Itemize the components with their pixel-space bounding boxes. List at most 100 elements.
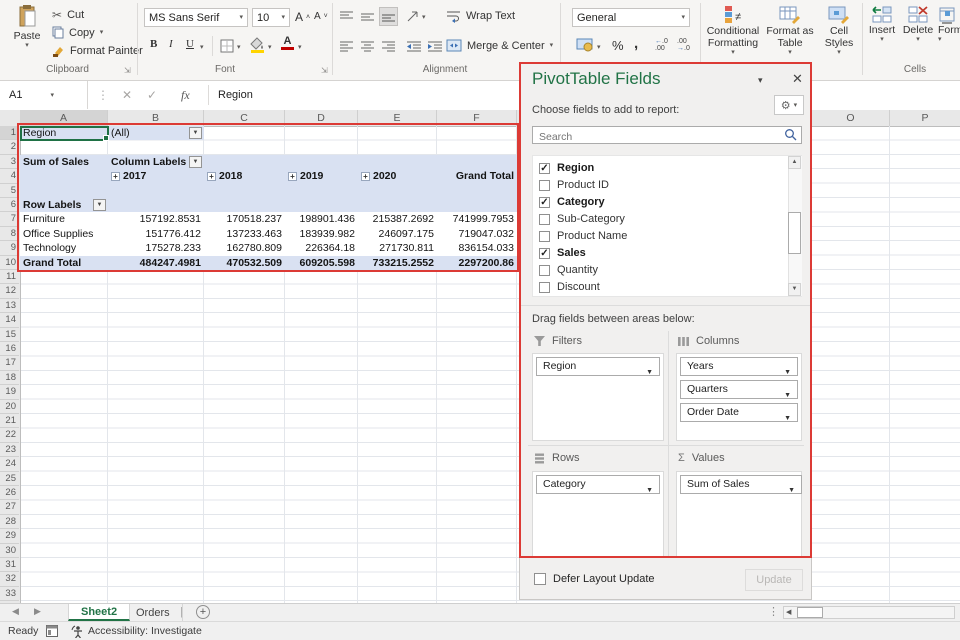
- pivot-grand-total-col-cell[interactable]: Grand Total: [437, 169, 517, 183]
- pill-chevron-icon[interactable]: ▼: [646, 482, 653, 499]
- pivot-value[interactable]: 215387.2692: [358, 212, 437, 226]
- checkbox-icon[interactable]: [539, 180, 550, 191]
- row-header-1[interactable]: 1: [0, 126, 19, 140]
- row-header-4[interactable]: 4: [0, 169, 19, 183]
- checkbox-icon[interactable]: [539, 231, 550, 242]
- pill-chevron-icon[interactable]: ▼: [646, 364, 653, 381]
- name-box-chevron-icon[interactable]: ▾: [50, 92, 54, 99]
- column-header-e[interactable]: E: [358, 110, 437, 126]
- clipboard-dialog-launcher-icon[interactable]: ⇲: [124, 66, 133, 75]
- checkbox-checked-icon[interactable]: ✓: [539, 197, 550, 208]
- tab-scroll-left-icon[interactable]: ◀: [12, 606, 19, 617]
- hscroll-left-icon[interactable]: ◀: [786, 608, 791, 616]
- percent-style-button[interactable]: %: [612, 38, 624, 53]
- column-header-f[interactable]: F: [437, 110, 517, 126]
- accessibility-icon[interactable]: [70, 624, 84, 638]
- pivot-year-cell[interactable]: +2018: [204, 169, 285, 183]
- cell-styles-button[interactable]: Cell Styles ▾: [818, 5, 860, 56]
- scroll-up-icon[interactable]: ▲: [788, 156, 801, 169]
- row-header-21[interactable]: 21: [0, 414, 19, 428]
- column-header-p[interactable]: P: [890, 110, 960, 126]
- decrease-font-button[interactable]: A˅: [314, 11, 328, 22]
- insert-cells-button[interactable]: Insert ▾: [866, 6, 898, 43]
- pivot-grand-total-label[interactable]: Grand Total: [20, 256, 108, 270]
- tabstrip-more-icon[interactable]: ⋮: [768, 605, 779, 618]
- pivot-value[interactable]: 246097.175: [358, 227, 437, 241]
- fill-color-chevron-icon[interactable]: ▾: [268, 44, 272, 51]
- pivot-year-cell[interactable]: +2017: [108, 169, 204, 183]
- borders-button[interactable]: [220, 39, 234, 53]
- rows-pill[interactable]: Category▼: [536, 475, 660, 494]
- checkbox-icon[interactable]: [539, 265, 550, 276]
- row-header-22[interactable]: 22: [0, 428, 19, 442]
- pivot-filter-value-cell[interactable]: (All): [108, 126, 190, 140]
- pill-chevron-icon[interactable]: ▼: [784, 410, 791, 427]
- pivot-total-value[interactable]: 2297200.86: [437, 256, 517, 270]
- column-header-c[interactable]: C: [204, 110, 285, 126]
- expand-icon[interactable]: +: [111, 172, 120, 181]
- pivot-value[interactable]: 151776.412: [108, 227, 204, 241]
- row-header-8[interactable]: 8: [0, 227, 19, 241]
- pivot-value[interactable]: 198901.436: [285, 212, 358, 226]
- fill-handle[interactable]: [103, 135, 109, 141]
- cut-button[interactable]: ✂ Cut: [52, 8, 84, 22]
- row-header-17[interactable]: 17: [0, 356, 19, 370]
- pill-chevron-icon[interactable]: ▼: [784, 364, 791, 381]
- values-pill[interactable]: Sum of Sales▼: [680, 475, 802, 494]
- font-name-combo[interactable]: MS Sans Serif▾: [144, 8, 248, 27]
- tab-scroll-right-icon[interactable]: ▶: [34, 606, 41, 617]
- delete-cells-button[interactable]: Delete ▾: [901, 6, 935, 43]
- row-header-14[interactable]: 14: [0, 313, 19, 327]
- pill-chevron-icon[interactable]: ▼: [788, 482, 795, 499]
- copy-button[interactable]: Copy ▾: [52, 26, 103, 39]
- pivot-value[interactable]: 162780.809: [204, 241, 285, 255]
- row-header-30[interactable]: 30: [0, 544, 19, 558]
- align-left-button[interactable]: [339, 40, 354, 53]
- checkbox-checked-icon[interactable]: ✓: [539, 163, 550, 174]
- formula-more-icon[interactable]: ⋮: [97, 81, 109, 109]
- pivot-value[interactable]: 157192.8531: [108, 212, 204, 226]
- pivot-year-cell[interactable]: +2019: [285, 169, 358, 183]
- row-labels-dropdown-icon[interactable]: ▼: [93, 199, 106, 211]
- expand-icon[interactable]: +: [207, 172, 216, 181]
- pivot-total-value[interactable]: 609205.598: [285, 256, 358, 270]
- row-header-2[interactable]: 2: [0, 140, 19, 154]
- row-header-25[interactable]: 25: [0, 472, 19, 486]
- pivot-value[interactable]: 741999.7953: [437, 212, 517, 226]
- macro-record-icon[interactable]: [46, 625, 58, 637]
- increase-font-button[interactable]: A˄: [295, 10, 310, 24]
- font-color-chevron-icon[interactable]: ▾: [298, 44, 302, 51]
- pivot-value[interactable]: 836154.033: [437, 241, 517, 255]
- sheet-tab-orders[interactable]: Orders: [124, 604, 183, 621]
- row-header-19[interactable]: 19: [0, 385, 19, 399]
- font-color-button[interactable]: A: [281, 36, 294, 50]
- align-bottom-button[interactable]: [379, 7, 398, 26]
- column-headers[interactable]: A B C D E F O P: [0, 110, 960, 127]
- update-button[interactable]: Update: [745, 569, 803, 591]
- conditional-formatting-button[interactable]: ≠ Conditional Formatting ▾: [704, 5, 762, 56]
- row-header-16[interactable]: 16: [0, 342, 19, 356]
- row-header-32[interactable]: 32: [0, 572, 19, 586]
- row-header-20[interactable]: 20: [0, 400, 19, 414]
- row-header-18[interactable]: 18: [0, 371, 19, 385]
- row-header-5[interactable]: 5: [0, 184, 19, 198]
- pivot-total-value[interactable]: 733215.2552: [358, 256, 437, 270]
- checkbox-icon[interactable]: [539, 214, 550, 225]
- row-header-23[interactable]: 23: [0, 443, 19, 457]
- pivot-measure-cell[interactable]: Sum of Sales: [20, 155, 108, 169]
- pivot-value[interactable]: 226364.18: [285, 241, 358, 255]
- pivot-total-value[interactable]: 484247.4981: [108, 256, 204, 270]
- format-cells-button[interactable]: Format ▾: [938, 6, 960, 43]
- pivot-row-labels-cell[interactable]: Row Labels: [20, 198, 90, 212]
- tools-button[interactable]: ⚙▾: [774, 95, 804, 115]
- search-input[interactable]: [537, 129, 781, 145]
- underline-button[interactable]: U: [186, 38, 194, 50]
- columns-pill[interactable]: Order Date▼: [680, 403, 798, 422]
- filters-pill[interactable]: Region▼: [536, 357, 660, 376]
- hscroll-thumb[interactable]: [797, 607, 823, 618]
- pivot-table[interactable]: Region (All) ▼ Sum of Sales Column Label…: [20, 126, 517, 270]
- pivot-row-label[interactable]: Office Supplies: [20, 227, 108, 241]
- field-item[interactable]: ✓Region: [539, 160, 594, 176]
- column-labels-dropdown-icon[interactable]: ▼: [189, 156, 202, 168]
- filter-dropdown-icon[interactable]: ▼: [189, 127, 202, 139]
